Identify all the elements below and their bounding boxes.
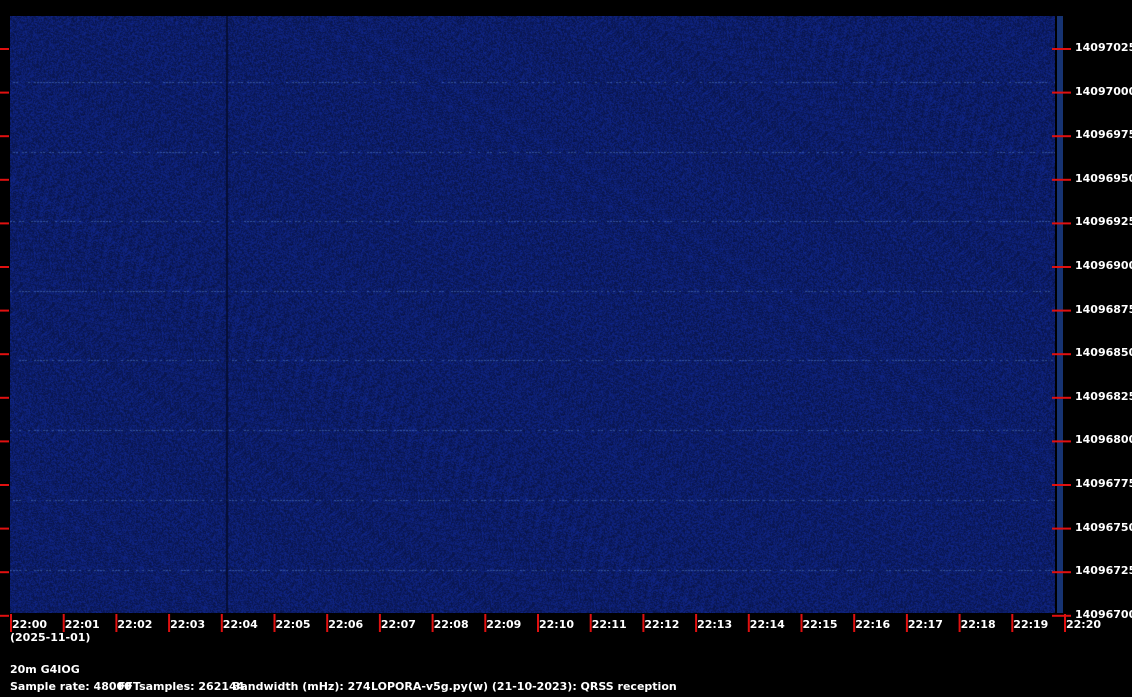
freq-tick-mark-left [0,396,9,399]
fft-samples-label: FFTsamples: 262144 [118,680,245,693]
freq-tick-label: 14096900 [1075,259,1132,272]
freq-tick-mark-right [1052,571,1071,574]
time-tick-label: 22:14 [749,618,785,631]
time-tick-label: 22:00 [12,618,48,631]
freq-tick-mark-left [0,222,9,225]
time-tick-label: 22:10 [539,618,575,631]
time-tick-label: 22:19 [1013,618,1049,631]
freq-tick-mark-left [0,266,9,268]
freq-tick-mark-right [1052,440,1071,443]
freq-tick-mark-right [1052,135,1071,138]
freq-tick-mark-right [1052,484,1071,486]
time-tick-label: 22:03 [170,618,206,631]
time-tick-label: 22:08 [433,618,469,631]
freq-tick-mark-right [1052,527,1071,530]
freq-tick-label: 14096800 [1075,433,1132,447]
time-tick-label: 22:12 [644,618,680,631]
freq-tick-mark-right [1052,396,1071,399]
time-tick-label: 22:07 [380,618,416,631]
freq-tick-mark-right [1052,222,1071,225]
freq-tick-mark-left [0,178,9,181]
software-label: LOPORA-v5g.py(w) (21-10-2023): QRSS rece… [371,680,677,693]
freq-tick-label: 14096875 [1075,302,1132,316]
date-label: (2025-11-01) [10,631,91,644]
freq-tick-mark-right [1052,91,1071,94]
freq-tick-mark-left [0,484,9,486]
freq-tick-mark-right [1052,353,1071,356]
freq-tick-mark-right [1052,178,1071,181]
freq-tick-label: 14096775 [1075,477,1132,490]
time-tick-label: 22:06 [328,618,364,631]
freq-tick-mark-left [0,135,9,138]
time-tick-label: 22:04 [222,618,258,631]
freq-tick-label: 14096925 [1075,215,1132,229]
time-tick-label: 22:16 [855,618,891,631]
qrss-grabber-screen: 22:00 22:01 22:02 22:03 22:04 22:05 22:06 22:07… [0,0,1132,697]
station-label: 20m G4IOG [10,663,80,676]
time-tick-label: 22:11 [591,618,627,631]
freq-tick-label: 14096825 [1075,389,1132,403]
freq-tick-mark-left [0,309,9,312]
time-tick-label: 22:17 [907,618,943,631]
freq-tick-mark-right [1052,266,1071,268]
freq-tick-mark-left [0,527,9,530]
freq-tick-mark-left [0,48,9,50]
time-tick-label: 22:18 [960,618,996,631]
freq-tick-mark-right [1052,48,1071,50]
freq-tick-label: 14096725 [1075,564,1132,578]
time-tick-label: 22:20 [1066,618,1102,631]
freq-tick-mark-right [1052,614,1071,617]
sample-rate-label: Sample rate: 48000 [10,680,132,693]
bandwidth-label: Bandwidth (mHz): 274 [232,680,371,693]
freq-tick-label: 14097000 [1075,84,1132,98]
axis-overlay [0,48,1071,632]
freq-tick-mark-left [0,571,9,574]
freq-tick-label: 14096850 [1075,346,1132,360]
freq-tick-mark-left [0,91,9,94]
time-tick-label: 22:05 [275,618,311,631]
freq-tick-mark-left [0,440,9,443]
freq-tick-label: 14096750 [1075,520,1132,534]
freq-tick-label: 14096975 [1075,128,1132,142]
freq-tick-label: 14097025 [1075,41,1132,54]
time-tick-label: 22:09 [486,618,522,631]
freq-tick-label: 14096950 [1075,171,1132,185]
freq-tick-label: 14096700 [1075,607,1132,621]
time-tick-label: 22:15 [802,618,838,631]
freq-tick-mark-right [1052,309,1071,312]
freq-tick-mark-left [0,353,9,356]
freq-tick-mark-left [0,614,9,617]
time-tick-label: 22:13 [697,618,733,631]
time-tick-label: 22:01 [64,618,100,631]
time-tick-label: 22:02 [117,618,153,631]
